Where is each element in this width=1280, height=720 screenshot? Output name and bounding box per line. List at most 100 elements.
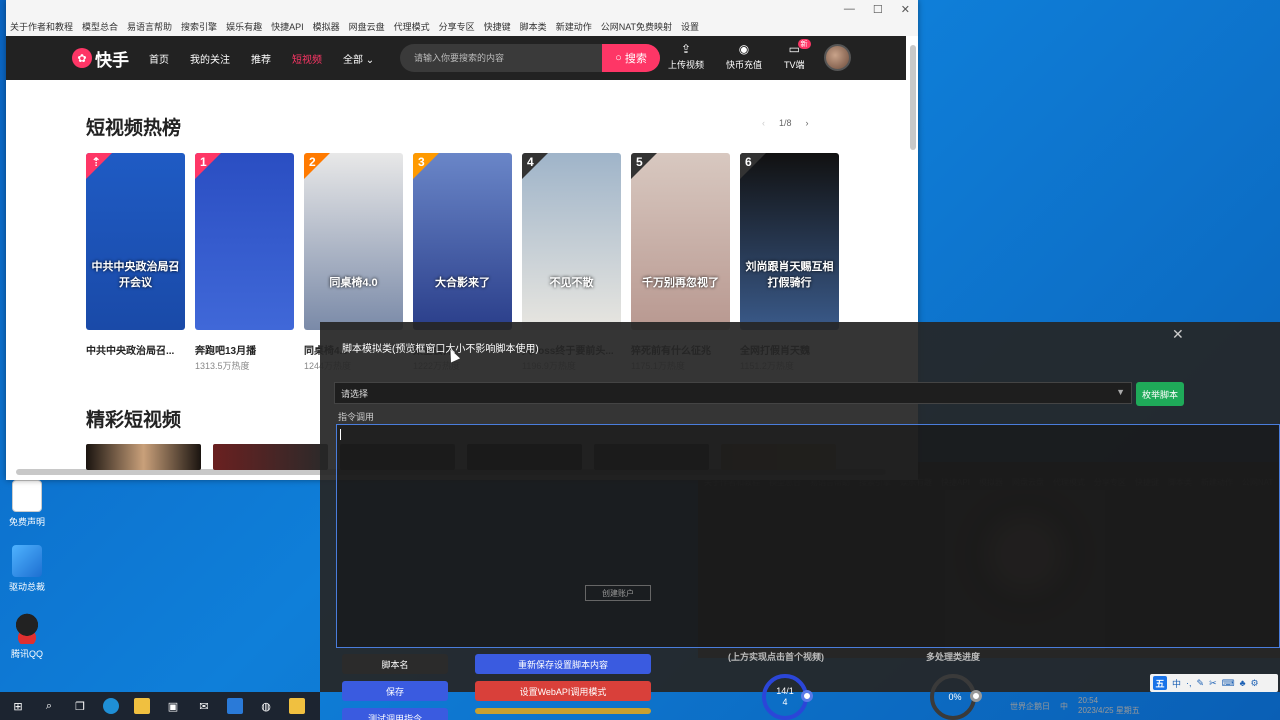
folder-icon[interactable]	[134, 698, 150, 714]
bookmark-item[interactable]: 搜索引擎	[181, 20, 217, 33]
video-thumbnail[interactable]: 1	[195, 153, 294, 330]
desktop-icon-free-statement[interactable]: 免费声明	[6, 480, 48, 528]
select-value: 请选择	[341, 389, 369, 399]
video-thumbnail[interactable]: 6 刘尚跟肖天赐互相打假骑行	[740, 153, 839, 330]
nav-recommend[interactable]: 推荐	[251, 51, 271, 66]
app-icon[interactable]	[227, 698, 243, 714]
video-title[interactable]: 奔跑吧13月播	[195, 342, 294, 357]
hot-video-card[interactable]: ⇡ 中共中央政治局召开会议 中共中央政治局召...	[86, 153, 185, 372]
create-account-button[interactable]: 创建账户	[585, 585, 651, 601]
command-label: 指令调用	[338, 412, 375, 422]
video-thumbnail[interactable]: 2 同桌椅4.0	[304, 153, 403, 330]
search-icon[interactable]: ⌕	[41, 698, 57, 714]
script-name-field[interactable]: 脚本名	[342, 654, 448, 674]
upload-label: 上传视频	[668, 60, 705, 70]
video-thumbnail[interactable]: 5 千万别再忽视了	[631, 153, 730, 330]
nav-home[interactable]: 首页	[149, 51, 169, 66]
bookmark-item[interactable]: 快捷API	[271, 20, 304, 33]
test-command-button[interactable]: 测试调用指令	[342, 708, 448, 720]
clock[interactable]: 20:54 2023/4/25 星期五	[1078, 696, 1140, 716]
bookmark-item[interactable]: 设置	[681, 20, 699, 33]
middle-button-panel: 重新保存设置脚本内容 设置WebAPI调用模式	[475, 654, 669, 714]
start-icon[interactable]: ⊞	[10, 698, 26, 714]
coin-label: 快币充值	[726, 60, 763, 70]
desktop-icon-driver[interactable]: 驱动总裁	[6, 545, 48, 593]
chevron-down-icon: ▼	[1116, 387, 1125, 397]
nav-all-dropdown[interactable]: 全部 ⌄	[343, 51, 374, 66]
ime-skin-icon[interactable]: ♣	[1240, 678, 1246, 688]
vertical-scrollbar[interactable]	[910, 45, 916, 150]
ime-scissors-icon[interactable]: ✂	[1209, 678, 1217, 689]
ime-keyboard-icon[interactable]: ⌨	[1222, 678, 1235, 689]
script-select[interactable]: 请选择 ▼	[334, 382, 1132, 404]
bookmark-item[interactable]: 分享专区	[439, 20, 475, 33]
close-icon[interactable]: ✕	[901, 3, 910, 16]
video-heat: 1313.5万热度	[195, 361, 250, 371]
hint-click-first-video: (上方实现点击首个视频)	[728, 652, 824, 662]
maximize-icon[interactable]: ☐	[873, 3, 883, 16]
bookmark-item[interactable]: 快捷键	[484, 20, 511, 33]
webapi-mode-button[interactable]: 设置WebAPI调用模式	[475, 681, 651, 701]
window-controls: — ☐ ✕	[844, 3, 910, 16]
bookmark-item[interactable]: 脚本类	[520, 20, 547, 33]
bookmark-item[interactable]: 关于作者和教程	[10, 20, 73, 33]
search-icon: ○	[615, 52, 622, 64]
folder-icon[interactable]	[289, 698, 305, 714]
minimize-icon[interactable]: —	[844, 3, 855, 16]
ime-pen-icon[interactable]: ✎	[1197, 678, 1205, 689]
coin-recharge-button[interactable]: ◉ 快币充值	[726, 42, 762, 71]
nav-short-video[interactable]: 短视频	[292, 51, 322, 66]
rank-badge: 1	[195, 153, 221, 179]
clock-date: 2023/4/25 星期五	[1078, 706, 1140, 715]
bookmark-item[interactable]: 模拟器	[313, 20, 340, 33]
close-icon[interactable]: ✕	[1172, 326, 1184, 343]
enum-script-button[interactable]: 枚举脚本	[1136, 382, 1184, 406]
video-thumbnail[interactable]: ⇡ 中共中央政治局召开会议	[86, 153, 185, 330]
task-view-icon[interactable]: ❐	[72, 698, 88, 714]
app-icon[interactable]: ◍	[258, 698, 274, 714]
video-thumbnail[interactable]: 4 不见不散	[522, 153, 621, 330]
video-title[interactable]: 中共中央政治局召...	[86, 342, 185, 357]
avatar[interactable]	[824, 44, 851, 71]
nav-following[interactable]: 我的关注	[190, 51, 230, 66]
prev-page-icon[interactable]: ‹	[762, 118, 765, 128]
search-button[interactable]: ○ 搜索	[602, 44, 660, 72]
dialog-title: 脚本模拟类(预览框窗口大小不影响脚本使用)	[342, 344, 539, 355]
tv-label: TV端	[784, 60, 805, 70]
bookmark-item[interactable]: 公网NAT免费映射	[601, 20, 672, 33]
ime-punct-toggle[interactable]: ·,	[1186, 678, 1192, 688]
kuaishou-logo-icon: ✿	[72, 48, 92, 68]
featured-thumb[interactable]	[213, 444, 328, 470]
featured-thumb[interactable]	[86, 444, 201, 470]
bookmark-item[interactable]: 新建动作	[556, 20, 592, 33]
rank-badge: 3	[413, 153, 439, 179]
next-page-icon[interactable]: ›	[806, 118, 809, 128]
upload-video-button[interactable]: ⇪ 上传视频	[668, 42, 704, 71]
ime-settings-icon[interactable]: ⚙	[1251, 678, 1259, 689]
tv-button[interactable]: ▭ TV端 新	[784, 39, 811, 71]
system-label: 世界企鹅日	[1010, 701, 1050, 711]
bookmark-item[interactable]: 代理模式	[394, 20, 430, 33]
save-button[interactable]: 保存	[342, 681, 448, 701]
language-indicator[interactable]: 中	[1060, 701, 1068, 712]
hot-video-card[interactable]: 1 奔跑吧13月播 1313.5万热度	[195, 153, 294, 372]
bookmark-item[interactable]: 网盘云盘	[349, 20, 385, 33]
kuaishou-logo[interactable]: ✿ 快手	[72, 46, 129, 71]
third-action-button[interactable]	[475, 708, 651, 714]
video-caption: 千万别再忽视了	[642, 277, 719, 289]
bookmark-item[interactable]: 易语言帮助	[127, 20, 172, 33]
header-tools: ⇪ 上传视频 ◉ 快币充值 ▭ TV端 新	[668, 39, 811, 71]
resave-script-button[interactable]: 重新保存设置脚本内容	[475, 654, 651, 674]
bookmark-item[interactable]: 娱乐有趣	[226, 20, 262, 33]
mail-icon[interactable]: ✉	[196, 698, 212, 714]
ime-logo-icon[interactable]: 五	[1153, 676, 1167, 690]
video-caption: 同桌椅4.0	[329, 277, 378, 289]
command-textarea[interactable]: 创建账户	[336, 424, 1280, 648]
ime-lang-toggle[interactable]: 中	[1172, 677, 1181, 690]
edge-icon[interactable]	[103, 698, 119, 714]
bookmark-item[interactable]: 模型总合	[82, 20, 118, 33]
store-icon[interactable]: ▣	[165, 698, 181, 714]
video-thumbnail[interactable]: 3 大合影来了	[413, 153, 512, 330]
desktop-icon-qq[interactable]: 腾讯QQ	[6, 612, 48, 660]
search-input[interactable]	[400, 44, 602, 72]
